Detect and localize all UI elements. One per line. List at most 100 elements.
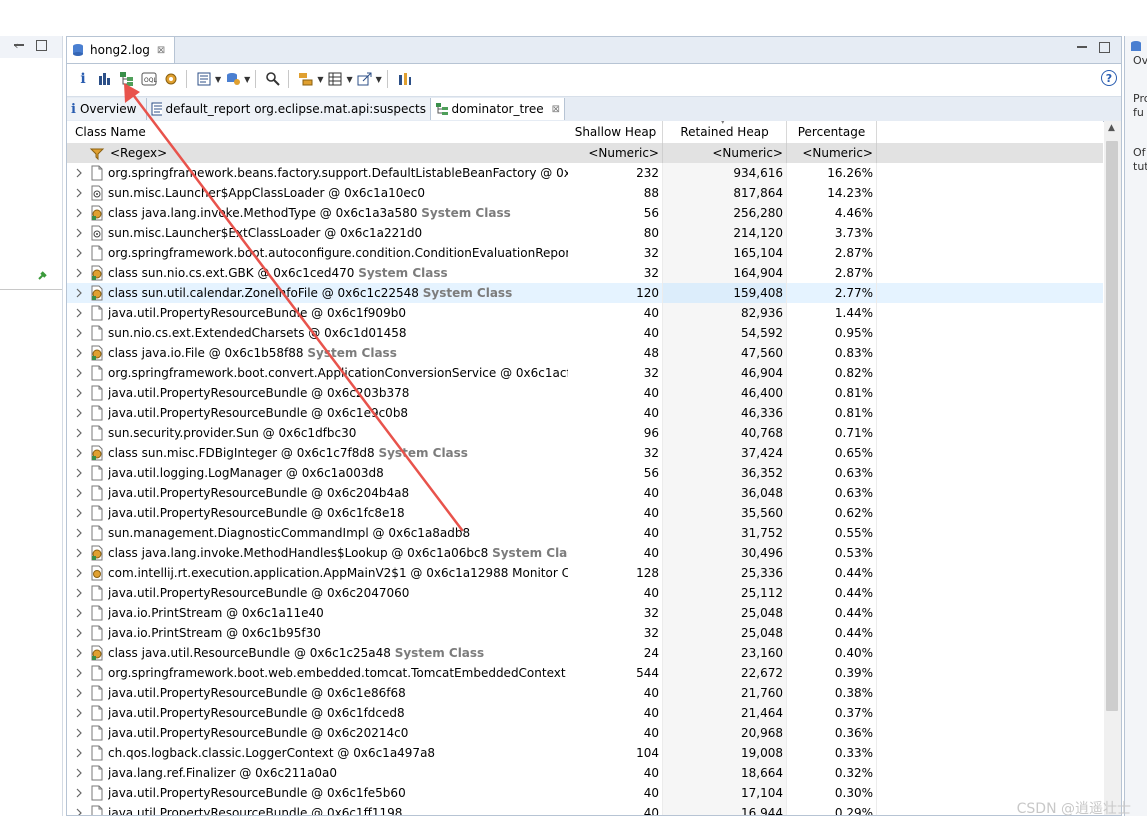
class-name-cell[interactable]: sun.nio.cs.ext.ExtendedCharsets @ 0x6c1d… [67, 323, 569, 343]
dominator-tree-icon[interactable] [117, 69, 137, 89]
column-header-shallow-heap[interactable]: Shallow Heap [569, 121, 663, 143]
class-name-cell[interactable]: class java.util.ResourceBundle @ 0x6c1c2… [67, 643, 569, 663]
minimize-icon[interactable] [14, 44, 24, 46]
chevron-down-icon[interactable]: ▼ [346, 75, 352, 84]
chevron-right-icon[interactable] [75, 668, 83, 678]
table-row[interactable]: com.intellij.rt.execution.application.Ap… [67, 563, 1103, 583]
table-row[interactable]: java.util.logging.LogManager @ 0x6c1a003… [67, 463, 1103, 483]
chevron-right-icon[interactable] [75, 488, 83, 498]
scrollbar-thumb[interactable] [1106, 141, 1118, 711]
chevron-right-icon[interactable] [75, 508, 83, 518]
class-name-cell[interactable]: java.io.PrintStream @ 0x6c1a11e40 [67, 603, 569, 623]
search-icon[interactable] [263, 69, 283, 89]
chevron-right-icon[interactable] [75, 288, 83, 298]
export-icon[interactable] [355, 69, 375, 89]
chevron-right-icon[interactable] [75, 248, 83, 258]
compare-icon[interactable] [395, 69, 415, 89]
table-row[interactable]: java.util.PropertyResourceBundle @ 0x6c1… [67, 503, 1103, 523]
table-row[interactable]: java.util.PropertyResourceBundle @ 0x6c1… [67, 403, 1103, 423]
class-name-cell[interactable]: org.springframework.boot.autoconfigure.c… [67, 243, 569, 263]
class-name-cell[interactable]: java.util.PropertyResourceBundle @ 0x6c1… [67, 303, 569, 323]
class-name-cell[interactable]: java.util.PropertyResourceBundle @ 0x6c1… [67, 503, 569, 523]
name-filter-cell[interactable]: <Regex> [67, 143, 569, 163]
retained-filter[interactable]: <Numeric> [663, 143, 787, 163]
info-icon[interactable]: i [73, 69, 93, 89]
class-name-cell[interactable]: org.springframework.boot.convert.Applica… [67, 363, 569, 383]
class-name-cell[interactable]: ch.qos.logback.classic.LoggerContext @ 0… [67, 743, 569, 763]
table-row[interactable]: class java.io.File @ 0x6c1b58f88 System … [67, 343, 1103, 363]
table-row[interactable]: sun.misc.Launcher$ExtClassLoader @ 0x6c1… [67, 223, 1103, 243]
chevron-right-icon[interactable] [75, 168, 83, 178]
tab-overview[interactable]: i Overview [67, 98, 147, 120]
class-name-cell[interactable]: java.util.PropertyResourceBundle @ 0x6c2… [67, 383, 569, 403]
table-row[interactable]: java.util.PropertyResourceBundle @ 0x6c2… [67, 723, 1103, 743]
table-row[interactable]: java.util.PropertyResourceBundle @ 0x6c1… [67, 683, 1103, 703]
table-row[interactable]: org.springframework.beans.factory.suppor… [67, 163, 1103, 183]
chevron-down-icon[interactable]: ▼ [215, 75, 221, 84]
class-name-cell[interactable]: class sun.nio.cs.ext.GBK @ 0x6c1ced470 S… [67, 263, 569, 283]
class-name-cell[interactable]: sun.misc.Launcher$AppClassLoader @ 0x6c1… [67, 183, 569, 203]
maximize-icon[interactable] [1099, 42, 1110, 53]
chevron-right-icon[interactable] [75, 808, 83, 815]
table-row[interactable]: java.util.PropertyResourceBundle @ 0x6c1… [67, 783, 1103, 803]
table-row[interactable]: sun.security.provider.Sun @ 0x6c1dfbc30 9… [67, 423, 1103, 443]
chevron-down-icon[interactable]: ▼ [317, 75, 323, 84]
table-row[interactable]: java.lang.ref.Finalizer @ 0x6c211a0a0 40 1… [67, 763, 1103, 783]
table-row[interactable]: sun.misc.Launcher$AppClassLoader @ 0x6c1… [67, 183, 1103, 203]
chevron-right-icon[interactable] [75, 348, 83, 358]
chevron-right-icon[interactable] [75, 328, 83, 338]
table-row[interactable]: sun.management.DiagnosticCommandImpl @ 0… [67, 523, 1103, 543]
pin-icon[interactable] [38, 270, 48, 280]
chevron-right-icon[interactable] [75, 628, 83, 638]
chevron-right-icon[interactable] [75, 608, 83, 618]
class-name-cell[interactable]: sun.misc.Launcher$ExtClassLoader @ 0x6c1… [67, 223, 569, 243]
chevron-right-icon[interactable] [75, 548, 83, 558]
class-name-cell[interactable]: java.lang.ref.Finalizer @ 0x6c211a0a0 [67, 763, 569, 783]
class-name-cell[interactable]: com.intellij.rt.execution.application.Ap… [67, 563, 569, 583]
class-name-cell[interactable]: java.io.PrintStream @ 0x6c1b95f30 [67, 623, 569, 643]
tab-dominator-tree[interactable]: dominator_tree ⊠ [431, 98, 565, 120]
chevron-right-icon[interactable] [75, 208, 83, 218]
chevron-down-icon[interactable]: ▼ [376, 75, 382, 84]
class-name-cell[interactable]: java.util.PropertyResourceBundle @ 0x6c2… [67, 583, 569, 603]
class-name-cell[interactable]: org.springframework.beans.factory.suppor… [67, 163, 569, 183]
class-name-cell[interactable]: java.util.PropertyResourceBundle @ 0x6c1… [67, 683, 569, 703]
scroll-up-icon[interactable]: ▲ [1108, 123, 1115, 133]
class-name-cell[interactable]: java.util.PropertyResourceBundle @ 0x6c1… [67, 403, 569, 423]
oql-icon[interactable]: OQL [139, 69, 159, 89]
chevron-right-icon[interactable] [75, 588, 83, 598]
calculate-retained-icon[interactable] [325, 69, 345, 89]
close-icon[interactable]: ⊠ [157, 45, 165, 56]
histogram-icon[interactable] [95, 69, 115, 89]
heap-dump-icon[interactable] [1129, 40, 1143, 54]
vertical-scrollbar[interactable]: ▲ [1104, 121, 1121, 815]
class-name-cell[interactable]: class sun.misc.FDBigInteger @ 0x6c1c7f8d… [67, 443, 569, 463]
percentage-filter[interactable]: <Numeric> [787, 143, 877, 163]
class-name-cell[interactable]: sun.management.DiagnosticCommandImpl @ 0… [67, 523, 569, 543]
group-by-icon[interactable] [296, 69, 316, 89]
tab-default-report[interactable]: default_report org.eclipse.mat.api:suspe… [147, 98, 431, 120]
editor-tab-hong2-log[interactable]: hong2.log ⊠ [67, 37, 175, 63]
query-browser-icon[interactable] [223, 69, 243, 89]
class-name-cell[interactable]: java.util.PropertyResourceBundle @ 0x6c1… [67, 803, 569, 815]
chevron-right-icon[interactable] [75, 528, 83, 538]
chevron-right-icon[interactable] [75, 388, 83, 398]
chevron-right-icon[interactable] [75, 308, 83, 318]
table-row[interactable]: java.util.PropertyResourceBundle @ 0x6c2… [67, 583, 1103, 603]
minimize-icon[interactable] [1077, 46, 1087, 48]
class-name-cell[interactable]: class java.io.File @ 0x6c1b58f88 System … [67, 343, 569, 363]
class-name-cell[interactable]: sun.security.provider.Sun @ 0x6c1dfbc30 [67, 423, 569, 443]
chevron-right-icon[interactable] [75, 748, 83, 758]
chevron-right-icon[interactable] [75, 268, 83, 278]
table-row[interactable]: class java.util.ResourceBundle @ 0x6c1c2… [67, 643, 1103, 663]
column-header-class-name[interactable]: Class Name [67, 121, 569, 143]
class-name-cell[interactable]: org.springframework.boot.web.embedded.to… [67, 663, 569, 683]
chevron-right-icon[interactable] [75, 688, 83, 698]
table-row[interactable]: ch.qos.logback.classic.LoggerContext @ 0… [67, 743, 1103, 763]
table-row[interactable]: class sun.misc.FDBigInteger @ 0x6c1c7f8d… [67, 443, 1103, 463]
maximize-icon[interactable] [36, 40, 47, 51]
help-icon[interactable]: ? [1101, 70, 1117, 86]
table-row[interactable]: java.util.PropertyResourceBundle @ 0x6c2… [67, 483, 1103, 503]
table-row[interactable]: java.util.PropertyResourceBundle @ 0x6c1… [67, 803, 1103, 815]
class-name-cell[interactable]: class java.lang.invoke.MethodType @ 0x6c… [67, 203, 569, 223]
